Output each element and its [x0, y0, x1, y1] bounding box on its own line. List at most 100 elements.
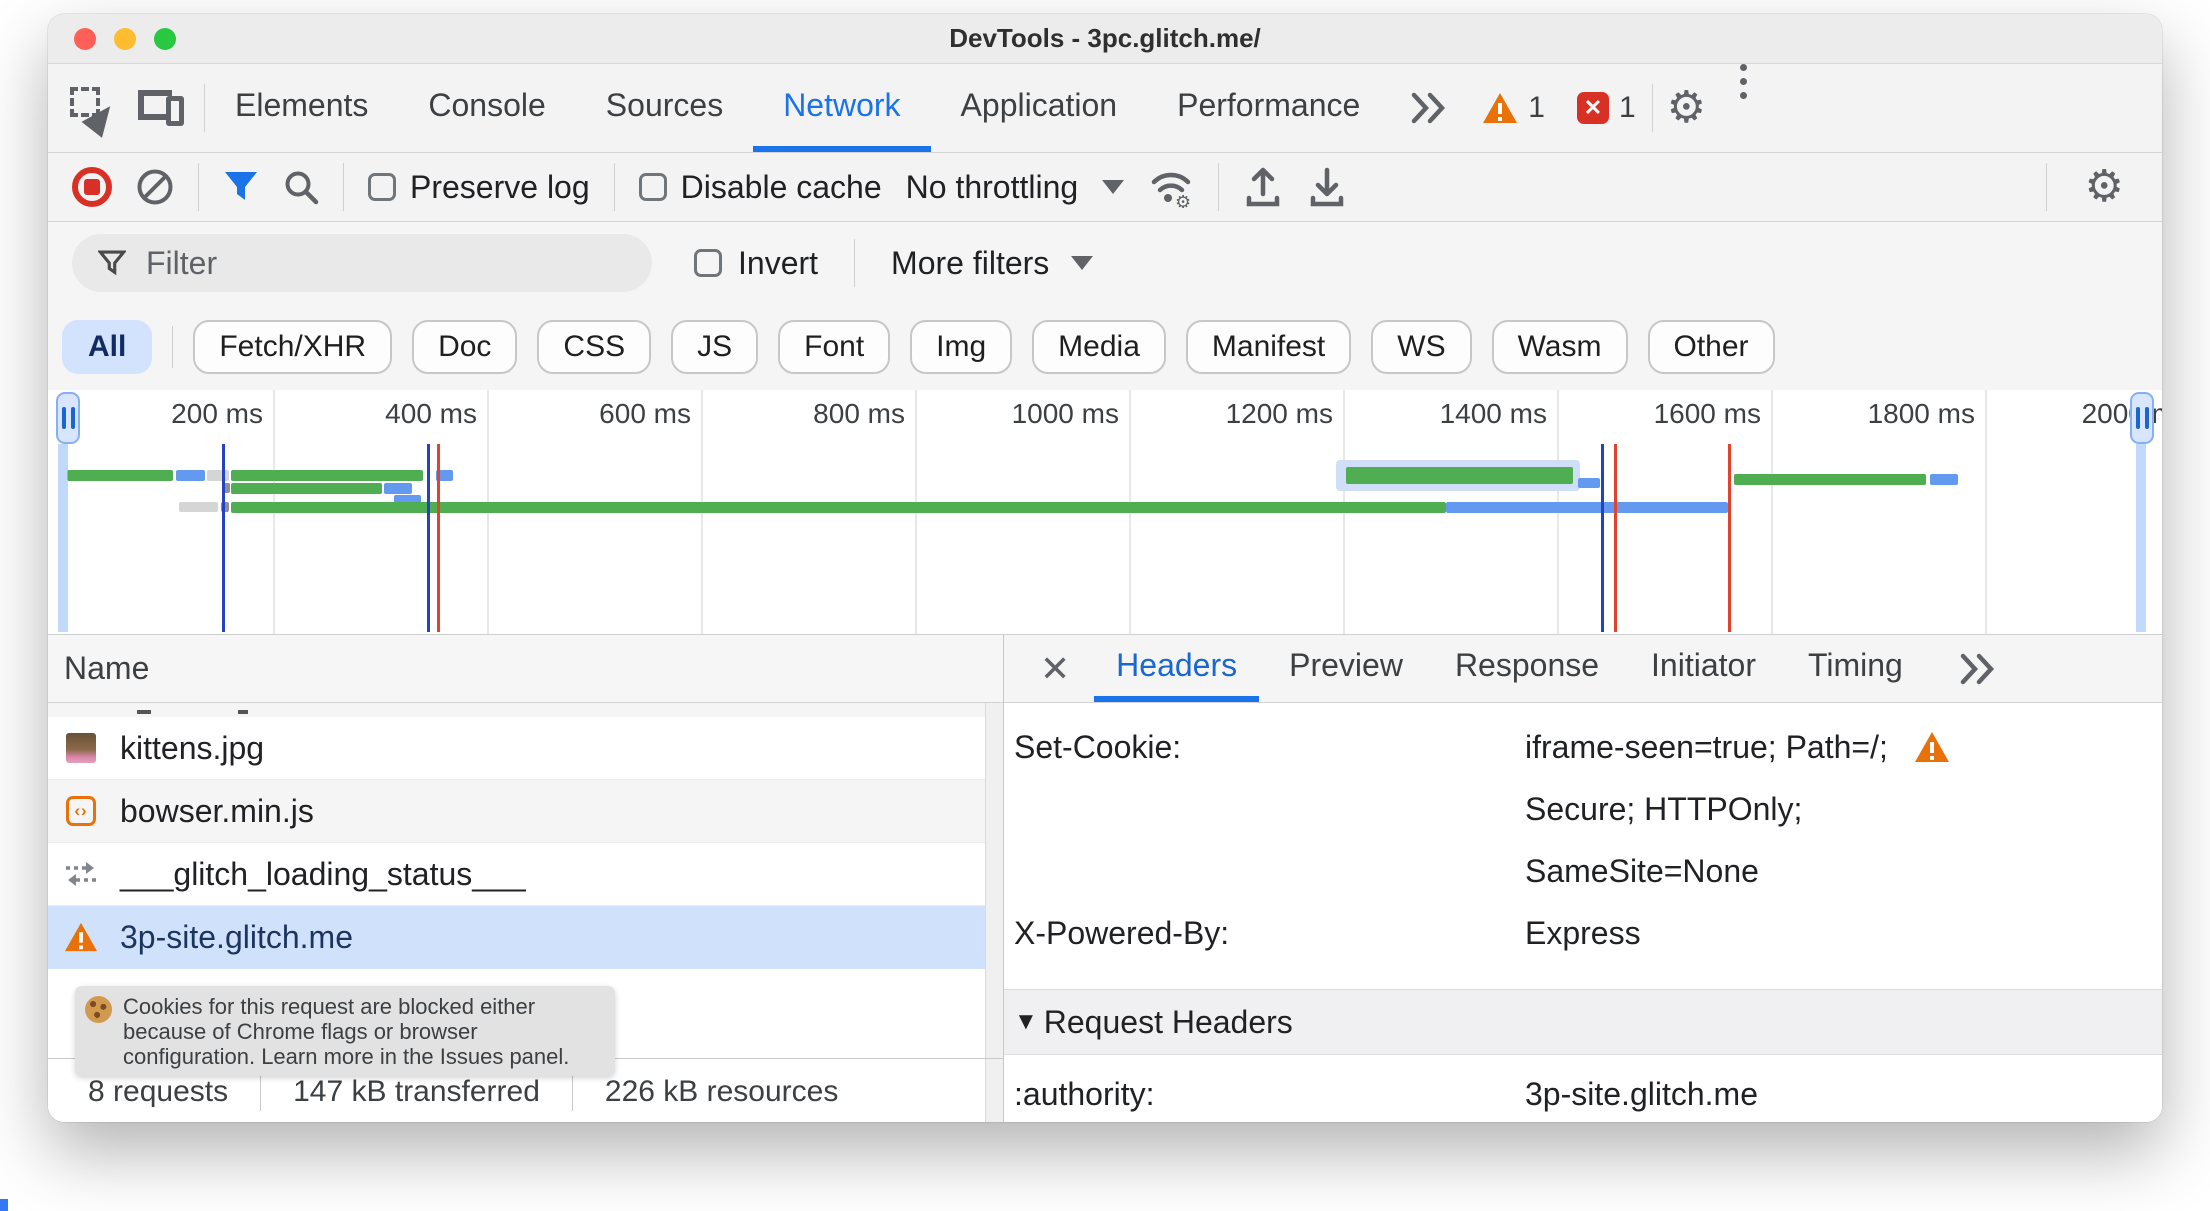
waterfall-bar-green[interactable] — [231, 483, 382, 494]
checkbox[interactable] — [638, 173, 667, 201]
type-filter-js[interactable]: JS — [671, 320, 759, 374]
settings-gear-icon[interactable]: ⚙ — [1653, 64, 1720, 152]
error-count: 1 — [1618, 91, 1636, 124]
waterfall-bar-blue[interactable] — [1930, 474, 1958, 485]
error-icon: ✕ — [1576, 92, 1609, 124]
divider — [854, 239, 856, 287]
type-filter-font[interactable]: Font — [778, 320, 891, 374]
disable-cache-label: Disable cache — [680, 168, 882, 205]
cookie-warning-icon[interactable] — [1914, 731, 1950, 763]
waterfall-bar-green[interactable] — [67, 470, 173, 481]
details-tab-preview[interactable]: Preview — [1267, 635, 1425, 702]
type-filter-other[interactable]: Other — [1647, 320, 1775, 374]
type-filter-manifest[interactable]: Manifest — [1185, 320, 1352, 374]
close-details-icon[interactable]: ✕ — [1024, 635, 1086, 702]
tab-network[interactable]: Network — [753, 64, 931, 152]
divider — [198, 163, 199, 211]
waterfall-bar-lgray[interactable] — [179, 502, 218, 512]
request-headers-section-toggle[interactable]: ▼ Request Headers — [1004, 989, 2162, 1055]
network-overview-timeline[interactable]: 200 ms 400 ms 600 ms 800 ms 1000 ms 1200 ms 14… — [48, 390, 2162, 635]
type-filter-media[interactable]: Media — [1032, 320, 1166, 374]
throttling-select[interactable]: No throttling — [906, 169, 1125, 206]
preserve-log-checkbox[interactable]: Preserve log — [368, 169, 590, 206]
chevron-down-icon — [1102, 180, 1125, 194]
timeline-tick-label: 800 ms — [813, 398, 905, 429]
image-thumbnail-icon — [64, 731, 98, 765]
name-column-header[interactable]: Name — [48, 635, 1003, 703]
import-har-icon[interactable] — [1243, 166, 1283, 208]
waterfall-bar-green[interactable] — [231, 470, 423, 481]
filter-input[interactable]: Filter — [72, 234, 652, 292]
details-tab-response[interactable]: Response — [1433, 635, 1621, 702]
type-filter-css[interactable]: CSS — [537, 320, 652, 374]
waterfall-bar-blue[interactable] — [1578, 478, 1600, 488]
timeline-tick-label: 1000 ms — [1011, 398, 1119, 429]
network-settings-gear-icon[interactable]: ⚙ — [2071, 165, 2138, 209]
exchange-icon — [64, 857, 98, 891]
request-row-3p-site-glitch-me[interactable]: 3p-site.glitch.me — [48, 906, 1003, 969]
partially-scrolled-row[interactable] — [48, 703, 1003, 717]
request-row-kittens-jpg[interactable]: kittens.jpg — [48, 717, 1003, 780]
type-filter-img[interactable]: Img — [910, 320, 1013, 374]
request-row-glitch-loading-status[interactable]: ___glitch_loading_status___ — [48, 843, 1003, 906]
tooltip-line: configuration. Learn more in the Issues … — [123, 1044, 570, 1069]
waterfall-bar-green[interactable] — [231, 502, 1446, 513]
invert-checkbox[interactable]: Invert — [694, 245, 818, 282]
type-filter-all[interactable]: All — [62, 320, 153, 374]
checkbox[interactable] — [368, 173, 396, 201]
clear-network-log-icon[interactable] — [136, 168, 174, 206]
details-tab-bar: ✕ Headers Preview Response Initiator Timing — [1004, 635, 2162, 703]
domcontentloaded-event-line — [427, 444, 430, 632]
divider — [613, 163, 615, 211]
network-toolbar: Preserve log Disable cache No throttling… — [48, 153, 2162, 222]
issues-error-badge[interactable]: ✕ 1 — [1561, 64, 1652, 152]
tab-performance[interactable]: Performance — [1147, 64, 1390, 152]
warning-icon — [1483, 93, 1518, 123]
network-conditions-icon[interactable]: ⚙ — [1148, 166, 1194, 208]
details-tab-headers[interactable]: Headers — [1094, 635, 1260, 702]
header-value-line: Express — [1525, 915, 1641, 951]
overview-right-drag-handle[interactable] — [2130, 392, 2154, 444]
waterfall-bar-lgray[interactable] — [207, 470, 229, 481]
request-type-filters: All Fetch/XHR Doc CSS JS Font Img Media Manifest… — [48, 304, 2162, 390]
waterfall-bar-green[interactable] — [1734, 474, 1926, 485]
tab-console[interactable]: Console — [398, 64, 575, 152]
header-value: iframe-seen=true; Path=/; Secure; HTTPOnl… — [1525, 716, 1950, 902]
tab-sources[interactable]: Sources — [576, 64, 753, 152]
timeline-tick-label: 600 ms — [599, 398, 691, 429]
tab-elements[interactable]: Elements — [205, 64, 398, 152]
checkbox[interactable] — [694, 249, 722, 277]
waterfall-bar-blue[interactable] — [176, 470, 205, 481]
type-filter-fetch-xhr[interactable]: Fetch/XHR — [193, 320, 393, 374]
more-tabs-icon[interactable] — [1390, 64, 1466, 152]
throttling-value: No throttling — [905, 168, 1079, 205]
waterfall-bar-green[interactable] — [1346, 467, 1573, 484]
issues-warning-badge[interactable]: 1 — [1466, 64, 1561, 152]
filter-toggle-icon[interactable] — [223, 170, 259, 204]
request-row-bowser-min-js[interactable]: ‹› bowser.min.js — [48, 780, 1003, 843]
device-toolbar-icon[interactable] — [138, 88, 184, 128]
disable-cache-checkbox[interactable]: Disable cache — [638, 168, 882, 206]
details-tab-timing[interactable]: Timing — [1786, 635, 1925, 702]
record-network-log-icon[interactable] — [72, 167, 112, 207]
tooltip-line: Cookies for this request are blocked eit… — [123, 994, 536, 1019]
waterfall-bar-blue[interactable] — [384, 483, 412, 494]
load-event-line — [1728, 444, 1731, 632]
type-filter-doc[interactable]: Doc — [412, 320, 518, 374]
type-filter-ws[interactable]: WS — [1371, 320, 1472, 374]
tab-application[interactable]: Application — [931, 64, 1148, 152]
waterfall-bar-blue[interactable] — [1446, 502, 1728, 513]
main-menu-icon[interactable] — [1720, 64, 1767, 152]
more-filters-dropdown[interactable]: More filters — [891, 245, 1094, 282]
type-filter-wasm[interactable]: Wasm — [1491, 320, 1628, 374]
devtools-tab-bar: Elements Console Sources Network Application… — [48, 64, 2162, 153]
more-details-tabs-icon[interactable] — [1943, 635, 2011, 702]
overview-left-drag-handle[interactable] — [56, 392, 80, 444]
header-value-line: SameSite=None — [1525, 853, 1759, 889]
inspect-element-icon[interactable] — [70, 87, 121, 138]
details-tab-initiator[interactable]: Initiator — [1629, 635, 1778, 702]
preserve-log-label: Preserve log — [410, 168, 590, 205]
load-event-line — [437, 444, 440, 632]
export-har-icon[interactable] — [1307, 166, 1347, 208]
search-icon[interactable] — [283, 169, 319, 205]
